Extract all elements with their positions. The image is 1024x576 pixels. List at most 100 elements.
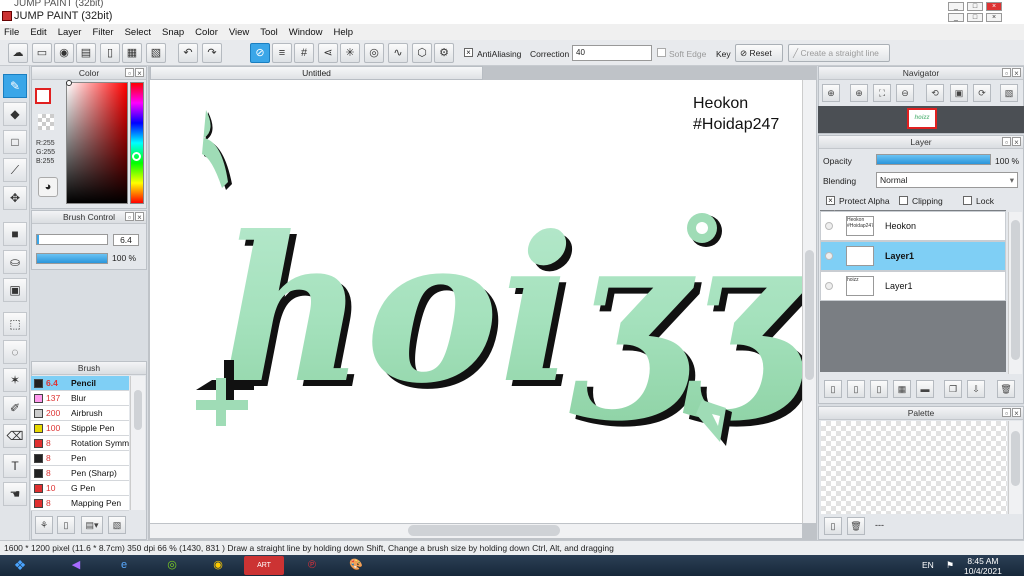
text-tool-icon[interactable]: T: [3, 454, 27, 478]
reset-view-icon[interactable]: ▣: [950, 84, 968, 102]
gradient-tool-icon[interactable]: ▣: [3, 278, 27, 302]
flip-view-icon[interactable]: ▧: [1000, 84, 1018, 102]
parallel-ruler-icon[interactable]: ≡: [272, 43, 292, 63]
select-eraser-tool-icon[interactable]: ⌫: [3, 424, 27, 448]
rotate-right-icon[interactable]: ⟳: [973, 84, 991, 102]
grid-ruler-icon[interactable]: #: [294, 43, 314, 63]
bg-close-icon[interactable]: ×: [986, 2, 1002, 11]
new-raster-layer-icon[interactable]: ▯: [847, 380, 865, 398]
new-layer-icon[interactable]: ▯: [824, 380, 842, 398]
hand-tool-icon[interactable]: ☚: [3, 482, 27, 506]
brush-add-icon[interactable]: ⚘: [35, 516, 53, 534]
menu-tool[interactable]: Tool: [260, 27, 277, 38]
zoom-fit-icon[interactable]: ⊕: [822, 84, 840, 102]
paint-icon[interactable]: 🎨: [336, 556, 376, 575]
protect-alpha-checkbox[interactable]: ×: [826, 196, 835, 205]
palette-picker-icon[interactable]: ◕: [38, 177, 58, 197]
brush-item[interactable]: 137 Blur: [31, 391, 129, 406]
menu-snap[interactable]: Snap: [162, 27, 184, 38]
brush-item[interactable]: 8 Rotation Symm: [31, 436, 129, 451]
layout-icon[interactable]: ▦: [122, 43, 142, 63]
document-tab[interactable]: Untitled: [150, 66, 483, 80]
select-pen-tool-icon[interactable]: ✐: [3, 396, 27, 420]
panel-close-icon[interactable]: ×: [135, 68, 144, 78]
palette-add-icon[interactable]: ▯: [824, 517, 842, 535]
panel-close-icon[interactable]: ×: [1012, 68, 1021, 78]
fill-rect-tool-icon[interactable]: ■: [3, 222, 27, 246]
panel-float-icon[interactable]: ▫: [125, 68, 134, 78]
palette-delete-icon[interactable]: 🗑: [847, 517, 865, 535]
canvas[interactable]: hoiʒʒ hoiʒʒ Heokon #Hoidap247: [150, 80, 802, 523]
page-icon[interactable]: ▯: [100, 43, 120, 63]
clock[interactable]: 8:45 AM 10/4/2021: [964, 556, 1002, 576]
navigator-thumbnail[interactable]: hoizz: [907, 108, 937, 129]
layer-list-scrollbar[interactable]: [1008, 212, 1022, 374]
magic-wand-tool-icon[interactable]: ✶: [3, 368, 27, 392]
minimize-icon[interactable]: _: [948, 13, 964, 22]
bucket-tool-icon[interactable]: ⛀: [3, 250, 27, 274]
panel-close-icon[interactable]: ×: [1012, 137, 1021, 147]
panel-float-icon[interactable]: ▫: [1002, 68, 1011, 78]
redo-icon[interactable]: ↷: [202, 43, 222, 63]
polygon-ruler-icon[interactable]: ⬡: [412, 43, 432, 63]
visibility-icon[interactable]: [825, 222, 833, 230]
create-straight-line-button[interactable]: ╱ Create a straight line: [788, 44, 890, 62]
brush-item[interactable]: 200 Airbrush: [31, 406, 129, 421]
primary-color-swatch[interactable]: [35, 88, 51, 104]
brush-new-icon[interactable]: ▯: [57, 516, 75, 534]
brush-item[interactable]: 8 Pen (Sharp): [31, 466, 129, 481]
menu-layer[interactable]: Layer: [58, 27, 82, 38]
antialiasing-checkbox[interactable]: ×: [464, 48, 473, 57]
brush-opacity-slider[interactable]: [36, 253, 108, 264]
close-icon[interactable]: ×: [986, 13, 1002, 22]
menu-view[interactable]: View: [229, 27, 249, 38]
brush-item[interactable]: 8 Pen: [31, 451, 129, 466]
saturation-value-picker[interactable]: [66, 82, 128, 204]
new-text-layer-icon[interactable]: ▯: [870, 380, 888, 398]
hue-cursor[interactable]: [132, 152, 141, 161]
hue-slider[interactable]: [130, 82, 144, 204]
duplicate-layer-icon[interactable]: ❐: [944, 380, 962, 398]
maximize-icon[interactable]: □: [967, 13, 983, 22]
eraser-tool-icon[interactable]: ◆: [3, 102, 27, 126]
cloud-icon[interactable]: ☁: [8, 43, 28, 63]
transparent-color-swatch[interactable]: [38, 114, 54, 130]
lock-checkbox[interactable]: [963, 196, 972, 205]
app-green-icon[interactable]: ◎: [152, 556, 192, 575]
palette-swatches[interactable]: [821, 421, 1007, 514]
delete-layer-icon[interactable]: 🗑: [997, 380, 1015, 398]
radial-ruler-icon[interactable]: ✳: [340, 43, 360, 63]
ruler-off-icon[interactable]: ⊘: [250, 43, 270, 63]
line-tool-icon[interactable]: ⟋: [3, 158, 27, 182]
panel-float-icon[interactable]: ▫: [1002, 408, 1011, 418]
color-picker-cursor[interactable]: [66, 80, 72, 86]
brush-settings-icon[interactable]: ▧: [108, 516, 126, 534]
brush-item[interactable]: 6.4 Pencil: [31, 376, 129, 391]
comment-icon[interactable]: ▭: [32, 43, 52, 63]
internet-explorer-icon[interactable]: e: [104, 556, 144, 575]
rectangle-tool-icon[interactable]: □: [3, 130, 27, 154]
brush-item[interactable]: 8 Mapping Pen: [31, 496, 129, 511]
zoom-out-icon[interactable]: ⊖: [896, 84, 914, 102]
undo-icon[interactable]: ↶: [178, 43, 198, 63]
layer-row[interactable]: Heokon #Hoidap247 Heokon: [820, 211, 1006, 241]
brush-item[interactable]: 10 G Pen: [31, 481, 129, 496]
soft-edge-checkbox[interactable]: [657, 48, 666, 57]
bg-minimize-icon[interactable]: _: [948, 2, 964, 11]
brush-size-slider[interactable]: [36, 234, 108, 245]
visibility-icon[interactable]: [825, 252, 833, 260]
move-tool-icon[interactable]: ✥: [3, 186, 27, 210]
speech-bubble-icon[interactable]: ◉: [54, 43, 74, 63]
note-icon[interactable]: ▤: [76, 43, 96, 63]
concentric-ruler-icon[interactable]: ◎: [364, 43, 384, 63]
lasso-tool-icon[interactable]: ◌: [3, 340, 27, 364]
brush-menu-icon[interactable]: ▤▾: [81, 516, 103, 534]
clipping-checkbox[interactable]: [899, 196, 908, 205]
layer-row[interactable]: hoizz Layer1: [820, 271, 1006, 301]
flag-icon[interactable]: ⚑: [946, 560, 954, 571]
menu-select[interactable]: Select: [125, 27, 151, 38]
zoom-window-icon[interactable]: ⛶: [873, 84, 891, 102]
panel-float-icon[interactable]: ▫: [1002, 137, 1011, 147]
chrome-icon[interactable]: ◉: [198, 556, 238, 575]
jump-paint-icon[interactable]: ART: [244, 556, 284, 575]
